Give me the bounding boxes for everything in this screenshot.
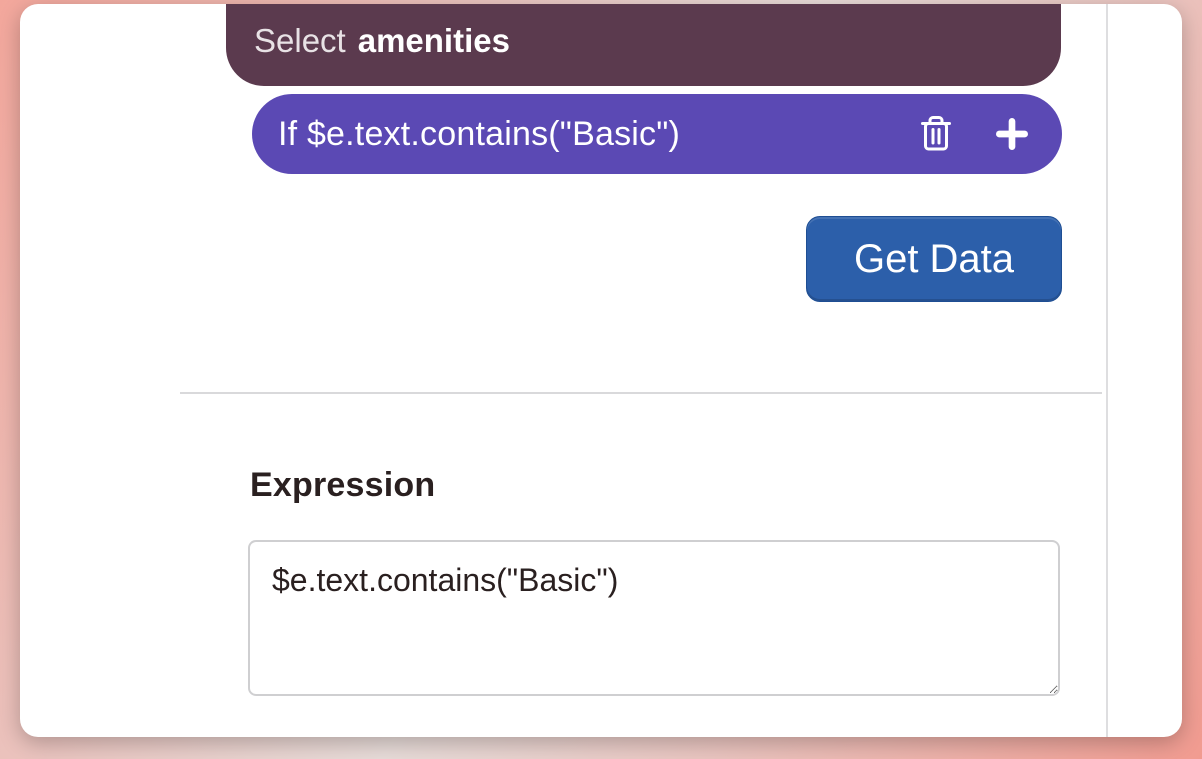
editor-panel: Select amenities If $e.text.contains("Ba… xyxy=(20,4,1182,737)
expression-input[interactable] xyxy=(248,540,1060,696)
select-target: amenities xyxy=(358,22,510,60)
condition-text: If $e.text.contains("Basic") xyxy=(278,115,912,154)
select-prefix: Select xyxy=(254,22,346,60)
plus-icon xyxy=(993,115,1031,153)
delete-condition-button[interactable] xyxy=(912,110,960,158)
select-block[interactable]: Select amenities xyxy=(226,4,1061,86)
vertical-divider xyxy=(1106,4,1108,737)
add-condition-button[interactable] xyxy=(988,110,1036,158)
section-divider xyxy=(180,392,1102,394)
get-data-button[interactable]: Get Data xyxy=(806,216,1062,302)
trash-icon xyxy=(918,114,954,154)
expression-heading: Expression xyxy=(250,466,435,505)
get-data-label: Get Data xyxy=(854,237,1014,282)
condition-block[interactable]: If $e.text.contains("Basic") xyxy=(252,94,1062,174)
